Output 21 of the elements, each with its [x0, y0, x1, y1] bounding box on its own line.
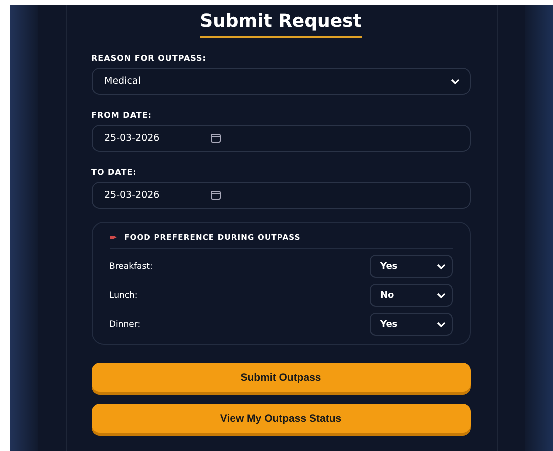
meal-select[interactable]: Yes	[370, 313, 452, 336]
calendar-icon	[210, 191, 220, 200]
chevron-down-icon	[436, 264, 446, 270]
field-label: FROM DATE:	[92, 111, 154, 120]
meal-label: Breakfast:	[110, 262, 153, 272]
reason-select[interactable]: Medical	[92, 68, 470, 95]
submit-button[interactable]: Submit Outpass	[92, 363, 470, 392]
meal-select[interactable]: No	[370, 284, 452, 307]
calendar-icon	[210, 134, 220, 143]
date-field[interactable]: 25-03-2026	[92, 125, 470, 152]
meal-select[interactable]: Yes	[370, 255, 452, 278]
meal-label: Dinner:	[110, 320, 141, 330]
status-button[interactable]: View My Outpass Status	[92, 404, 470, 433]
form-title: Submit Request	[200, 11, 362, 38]
chevron-down-icon	[436, 292, 446, 298]
chevron-down-icon	[436, 322, 446, 328]
meal-label: Lunch:	[110, 290, 138, 300]
chevron-down-icon	[450, 78, 460, 84]
field-label: TO DATE:	[92, 168, 138, 177]
date-field[interactable]: 25-03-2026	[92, 182, 470, 209]
field-label: REASON FOR OUTPASS:	[92, 54, 208, 63]
